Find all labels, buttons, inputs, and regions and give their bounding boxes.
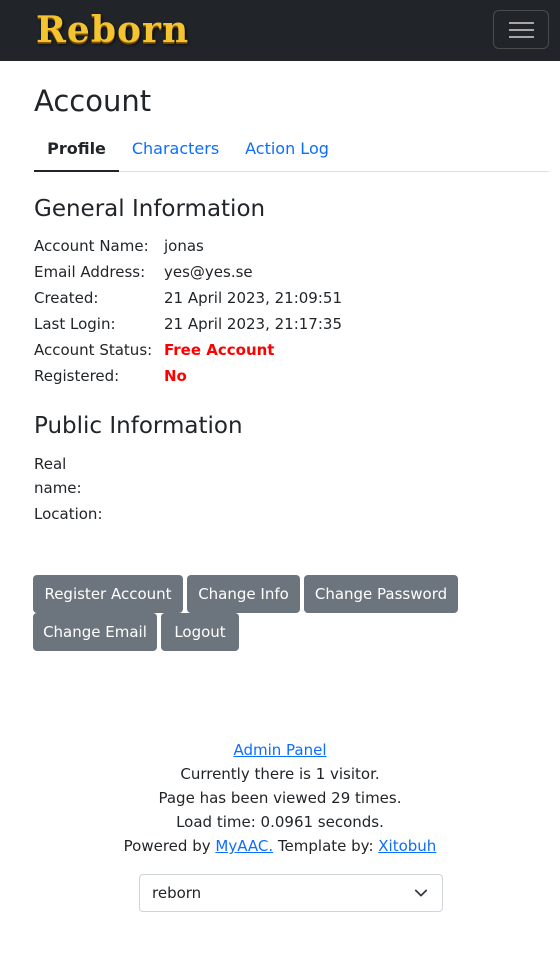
registered-label: Registered:	[34, 367, 120, 385]
hamburger-menu-icon-bar	[509, 36, 534, 38]
template-author-link[interactable]: Xitobuh	[378, 837, 436, 855]
footer-load-time: Load time: 0.0961 seconds.	[176, 813, 384, 831]
email-label: Email Address:	[34, 263, 146, 281]
tab-action-log[interactable]: Action Log	[244, 134, 330, 172]
footer-visitors: Currently there is 1 visitor.	[180, 765, 380, 783]
public-info-heading: Public Information	[34, 413, 243, 439]
tab-characters[interactable]: Characters	[131, 134, 220, 172]
footer-page-views: Page has been viewed 29 times.	[158, 789, 402, 807]
created-label: Created:	[34, 289, 99, 307]
general-info-heading: General Information	[34, 196, 266, 222]
template-select-value: reborn	[152, 884, 202, 902]
logout-button[interactable]: Logout	[161, 613, 239, 651]
last-login-label: Last Login:	[34, 315, 116, 333]
last-login-value: 21 April 2023, 21:17:35	[164, 315, 342, 333]
change-password-button[interactable]: Change Password	[304, 575, 458, 613]
navbar: Reborn	[0, 0, 560, 61]
account-status-value: Free Account	[164, 341, 275, 359]
footer-credits: Powered by MyAAC. Template by: Xitobuh	[0, 834, 560, 858]
footer-admin-panel-line: Admin Panel	[0, 738, 560, 762]
tab-profile[interactable]: Profile	[34, 134, 119, 172]
email-value: yes@yes.se	[164, 263, 253, 281]
admin-panel-link[interactable]: Admin Panel	[233, 741, 326, 759]
hamburger-menu-icon-bar	[509, 29, 534, 31]
register-account-button[interactable]: Register Account	[33, 575, 183, 613]
template-select[interactable]: reborn	[139, 874, 443, 912]
account-name-value: jonas	[164, 237, 204, 255]
page-title: Account	[34, 84, 152, 118]
change-email-button[interactable]: Change Email	[33, 613, 157, 651]
hamburger-menu-icon	[509, 22, 534, 24]
chevron-down-icon	[414, 889, 428, 897]
account-name-label: Account Name:	[34, 237, 149, 255]
navbar-toggle-button[interactable]	[493, 10, 549, 49]
registered-value: No	[164, 367, 187, 385]
real-name-label-line2: name:	[34, 479, 82, 497]
powered-by-text: Powered by	[123, 837, 211, 855]
account-status-label: Account Status:	[34, 341, 153, 359]
site-logo[interactable]: Reborn	[36, 8, 189, 52]
myaac-link[interactable]: MyAAC.	[215, 837, 273, 855]
template-by-text: Template by:	[277, 837, 374, 855]
location-label: Location:	[34, 505, 103, 523]
real-name-label-line1: Real	[34, 455, 67, 473]
account-tabs: Profile Characters Action Log	[34, 134, 549, 172]
change-info-button[interactable]: Change Info	[187, 575, 300, 613]
created-value: 21 April 2023, 21:09:51	[164, 289, 342, 307]
